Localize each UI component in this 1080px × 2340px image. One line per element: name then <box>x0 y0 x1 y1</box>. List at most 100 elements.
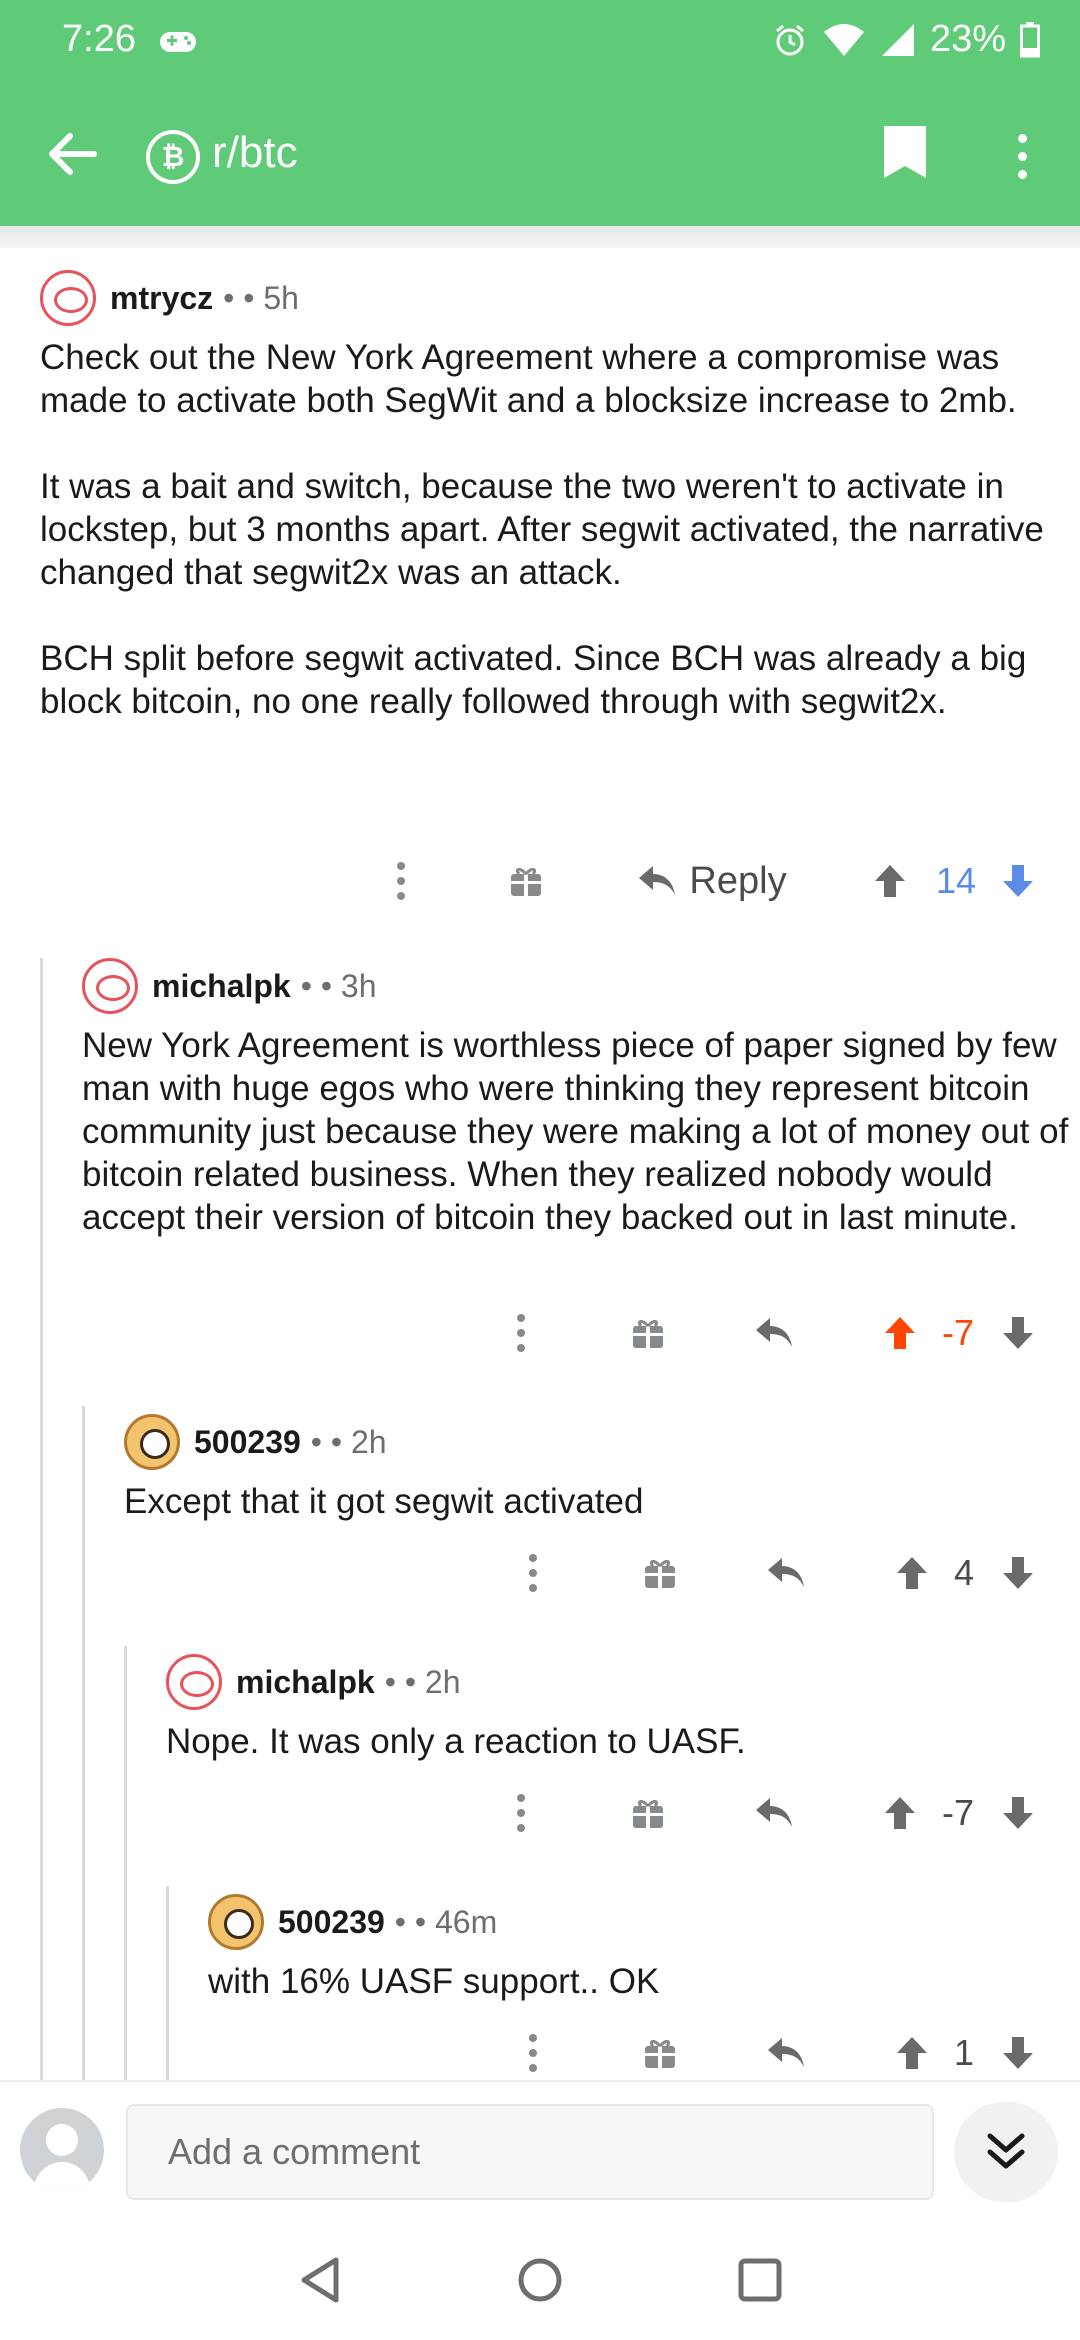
comment-actions: 1 <box>0 2018 1080 2080</box>
reply-label: Reply <box>689 859 787 902</box>
arrow-down-icon <box>1003 1557 1033 1589</box>
reply-button[interactable]: Reply <box>632 846 792 916</box>
arrow-down-icon <box>1003 1317 1033 1349</box>
reply-icon <box>756 1318 792 1347</box>
bookmark-icon <box>884 126 926 178</box>
reply-icon <box>768 2038 804 2067</box>
reply-icon <box>756 1798 792 1827</box>
add-comment-input[interactable] <box>126 2104 934 2200</box>
award-button[interactable] <box>628 1298 668 1368</box>
score-value: 4 <box>953 1552 975 1593</box>
upvote-button[interactable] <box>892 2018 932 2080</box>
author-name[interactable]: michalpk <box>236 1664 375 1701</box>
circle-home-icon <box>518 2258 562 2302</box>
upvote-button[interactable] <box>870 846 910 916</box>
reply-button[interactable] <box>752 1778 796 1848</box>
upvote-button[interactable] <box>892 1538 932 1608</box>
status-bar: 7:26 23% <box>0 0 1080 80</box>
reply-icon <box>639 866 676 895</box>
comment-paragraph: BCH split before segwit activated. Since… <box>40 639 1027 721</box>
arrow-up-icon <box>885 1797 915 1829</box>
upvote-button[interactable] <box>880 1298 920 1368</box>
thread-line-depth-3[interactable] <box>124 1646 127 2080</box>
comment-header: 500239 • • 46m <box>208 1894 1070 1950</box>
gamepad-icon <box>160 32 196 52</box>
downvote-button[interactable] <box>998 2018 1038 2080</box>
gift-icon <box>645 1559 675 1588</box>
vote-score: -7 <box>930 1298 986 1368</box>
app-bar: ₿ r/btc <box>0 100 1080 206</box>
avatar[interactable] <box>208 1894 264 1950</box>
double-chevron-down-icon <box>987 2133 1025 2169</box>
thread-line-depth-1[interactable] <box>40 958 43 2080</box>
vote-score: 14 <box>926 846 986 916</box>
arrow-left-icon <box>49 133 97 175</box>
overflow-menu-button[interactable] <box>998 122 1046 190</box>
system-nav-bar <box>0 2220 1080 2340</box>
downvote-button[interactable] <box>998 1538 1038 1608</box>
downvote-button[interactable] <box>998 1778 1038 1848</box>
more-options-button[interactable] <box>518 2018 548 2080</box>
status-time: 7:26 <box>62 18 136 60</box>
thread-line-depth-2[interactable] <box>82 1406 85 2080</box>
award-button[interactable] <box>628 1778 668 1848</box>
subreddit-title[interactable]: r/btc <box>212 128 298 178</box>
avatar[interactable] <box>82 958 138 1014</box>
more-options-button[interactable] <box>518 1538 548 1608</box>
downvote-button[interactable] <box>998 846 1038 916</box>
bookmark-button[interactable] <box>880 122 940 190</box>
avatar[interactable] <box>166 1654 222 1710</box>
score-value: 14 <box>935 860 977 901</box>
vote-score: 4 <box>944 1538 984 1608</box>
reply-button[interactable] <box>764 1538 808 1608</box>
comment: michalpk • • 2h Nope. It was only a reac… <box>166 1654 1070 1763</box>
comment-body: with 16% UASF support.. OK <box>208 1960 1070 2003</box>
author-name[interactable]: mtrycz <box>110 280 213 317</box>
vote-score: -7 <box>930 1778 986 1848</box>
comment-composer-bar <box>0 2080 1080 2220</box>
more-options-button[interactable] <box>386 846 416 916</box>
reply-button[interactable] <box>752 1298 796 1368</box>
subreddit-icon: ₿ <box>146 130 200 184</box>
nav-home-button[interactable] <box>510 2250 570 2310</box>
author-name[interactable]: michalpk <box>152 968 291 1005</box>
alarm-icon <box>775 24 804 55</box>
more-options-button[interactable] <box>506 1778 536 1848</box>
comment-header: michalpk • • 3h <box>82 958 1070 1014</box>
vote-score: 1 <box>944 2018 984 2080</box>
reply-icon <box>768 1558 804 1587</box>
author-name[interactable]: 500239 <box>278 1904 385 1941</box>
nav-recents-button[interactable] <box>730 2250 790 2310</box>
award-button[interactable] <box>640 2018 680 2080</box>
comment-meta: • • 3h <box>300 967 377 1004</box>
comment-actions: -7 <box>0 1298 1080 1368</box>
downvote-button[interactable] <box>998 1298 1038 1368</box>
upvote-button[interactable] <box>880 1778 920 1848</box>
user-avatar[interactable] <box>20 2108 104 2192</box>
status-icons: 23% <box>772 18 1040 61</box>
comment-body: New York Agreement is worthless piece of… <box>82 1024 1070 1239</box>
more-vert-icon <box>1017 133 1027 143</box>
reply-button[interactable] <box>764 2018 808 2080</box>
comment-body: Except that it got segwit activated <box>124 1480 1070 1523</box>
comment: 500239 • • 2h Except that it got segwit … <box>124 1414 1070 1523</box>
comment: 500239 • • 46m with 16% UASF support.. O… <box>208 1894 1070 2003</box>
comment: mtrycz • • 5h Check out the New York Agr… <box>40 270 1070 723</box>
comment-actions: -7 <box>0 1778 1080 1848</box>
author-name[interactable]: 500239 <box>194 1424 301 1461</box>
collapse-threads-button[interactable] <box>954 2102 1058 2202</box>
comment: michalpk • • 3h New York Agreement is wo… <box>82 958 1070 1239</box>
comment-paragraph: with 16% UASF support.. OK <box>208 1962 660 2001</box>
avatar[interactable] <box>40 270 96 326</box>
square-recents-icon <box>738 2258 782 2302</box>
award-button[interactable] <box>506 846 546 916</box>
top-bar: 7:26 23% ₿ r/btc <box>0 0 1080 226</box>
comment-thread[interactable]: mtrycz • • 5h Check out the New York Agr… <box>0 248 1080 2080</box>
award-button[interactable] <box>640 1538 680 1608</box>
avatar[interactable] <box>124 1414 180 1470</box>
nav-back-button[interactable] <box>290 2250 350 2310</box>
back-button[interactable] <box>40 122 104 186</box>
more-options-button[interactable] <box>506 1298 536 1368</box>
triangle-back-icon <box>301 2257 339 2303</box>
comment-paragraph: Check out the New York Agreement where a… <box>40 338 1017 420</box>
